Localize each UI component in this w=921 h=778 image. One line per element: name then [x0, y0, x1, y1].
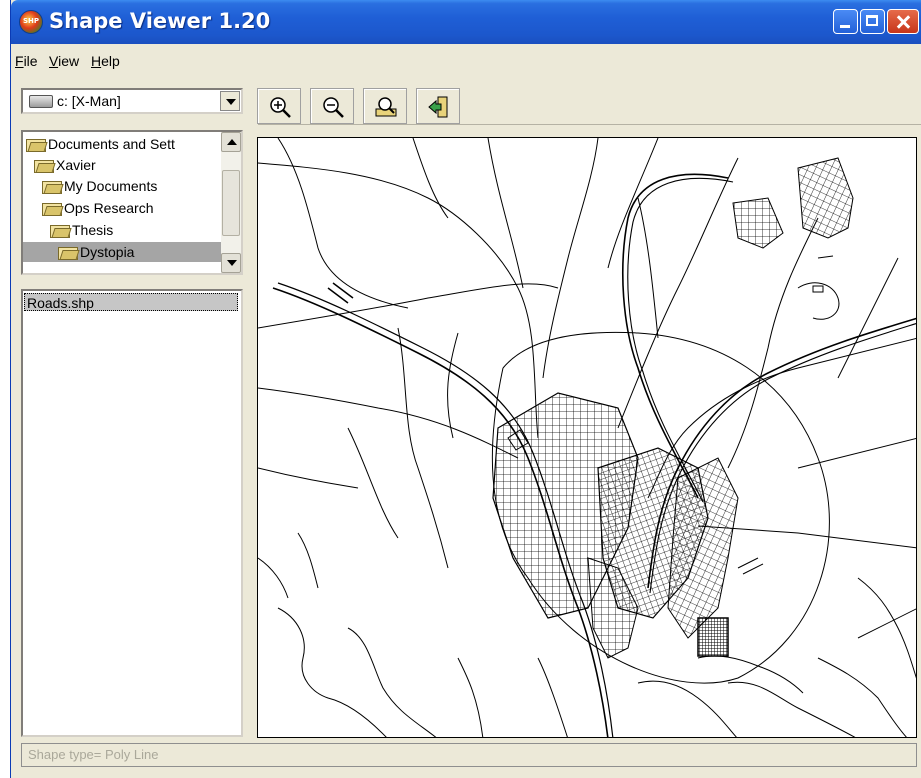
open-folder-icon	[42, 202, 62, 216]
map-canvas[interactable]	[257, 137, 917, 738]
zoom-in-icon	[270, 97, 291, 118]
close-button[interactable]	[887, 9, 919, 34]
menu-file-accel: F	[15, 53, 24, 69]
open-folder-icon	[26, 138, 46, 152]
drive-dropdown-button[interactable]	[220, 91, 240, 111]
drive-select-value: c: [X-Man]	[57, 93, 121, 109]
drive-icon	[29, 95, 53, 108]
open-folder-icon	[42, 180, 62, 194]
exit-icon	[428, 96, 448, 118]
folder-item[interactable]: Documents and Sett	[26, 134, 175, 154]
menu-view[interactable]: View	[49, 53, 79, 69]
folder-label: Dystopia	[80, 244, 135, 260]
menu-bar: File View Help	[11, 50, 921, 74]
full-extent-icon	[375, 97, 397, 117]
menu-file-label: ile	[23, 53, 38, 69]
folder-item[interactable]: Thesis	[50, 220, 113, 240]
menu-help-accel: H	[91, 53, 102, 69]
minimize-button[interactable]	[833, 9, 858, 34]
status-bar: Shape type= Poly Line	[21, 743, 917, 767]
folder-label: Ops Research	[64, 200, 154, 216]
folder-tree: Documents and Sett Xavier My Documents O…	[21, 130, 243, 275]
zoom-out-icon	[323, 97, 344, 118]
zoom-out-button[interactable]	[310, 88, 354, 124]
open-folder-icon	[58, 246, 78, 260]
menu-view-label: iew	[58, 53, 80, 69]
app-logo-text: SHP	[22, 17, 40, 25]
window-title: Shape Viewer 1.20	[49, 9, 271, 33]
menu-file[interactable]: File	[15, 53, 38, 69]
menu-view-accel: V	[49, 53, 59, 69]
open-folder-icon	[34, 159, 54, 173]
toolbar-divider	[258, 124, 921, 125]
folder-label: Thesis	[72, 222, 114, 238]
folder-tree-scrollbar[interactable]	[221, 132, 241, 273]
folder-item[interactable]: Xavier	[34, 155, 96, 175]
scroll-thumb[interactable]	[222, 170, 240, 236]
exit-button[interactable]	[416, 88, 460, 124]
maximize-button[interactable]	[860, 9, 885, 34]
drive-select[interactable]: c: [X-Man]	[21, 88, 243, 114]
folder-label: My Documents	[64, 178, 158, 194]
menu-help-label: elp	[101, 53, 120, 69]
scroll-up-icon[interactable]	[221, 132, 241, 152]
folder-item[interactable]: Ops Research	[42, 198, 153, 218]
folder-label: Xavier	[56, 157, 96, 173]
app-logo-icon[interactable]: SHP	[19, 10, 43, 34]
zoom-in-button[interactable]	[257, 88, 301, 124]
folder-item[interactable]: My Documents	[42, 176, 157, 196]
folder-label: Documents and Sett	[48, 136, 175, 152]
file-list: Roads.shp	[21, 289, 243, 737]
scroll-down-icon[interactable]	[221, 253, 241, 273]
title-bar[interactable]: SHP Shape Viewer 1.20	[11, 0, 921, 44]
folder-item-selected[interactable]: Dystopia	[23, 242, 221, 262]
road-network-map	[258, 138, 916, 737]
full-extent-button[interactable]	[363, 88, 407, 124]
file-item[interactable]: Roads.shp	[24, 293, 238, 311]
open-folder-icon	[50, 224, 70, 238]
status-text: Shape type= Poly Line	[28, 747, 159, 762]
menu-help[interactable]: Help	[91, 53, 120, 69]
